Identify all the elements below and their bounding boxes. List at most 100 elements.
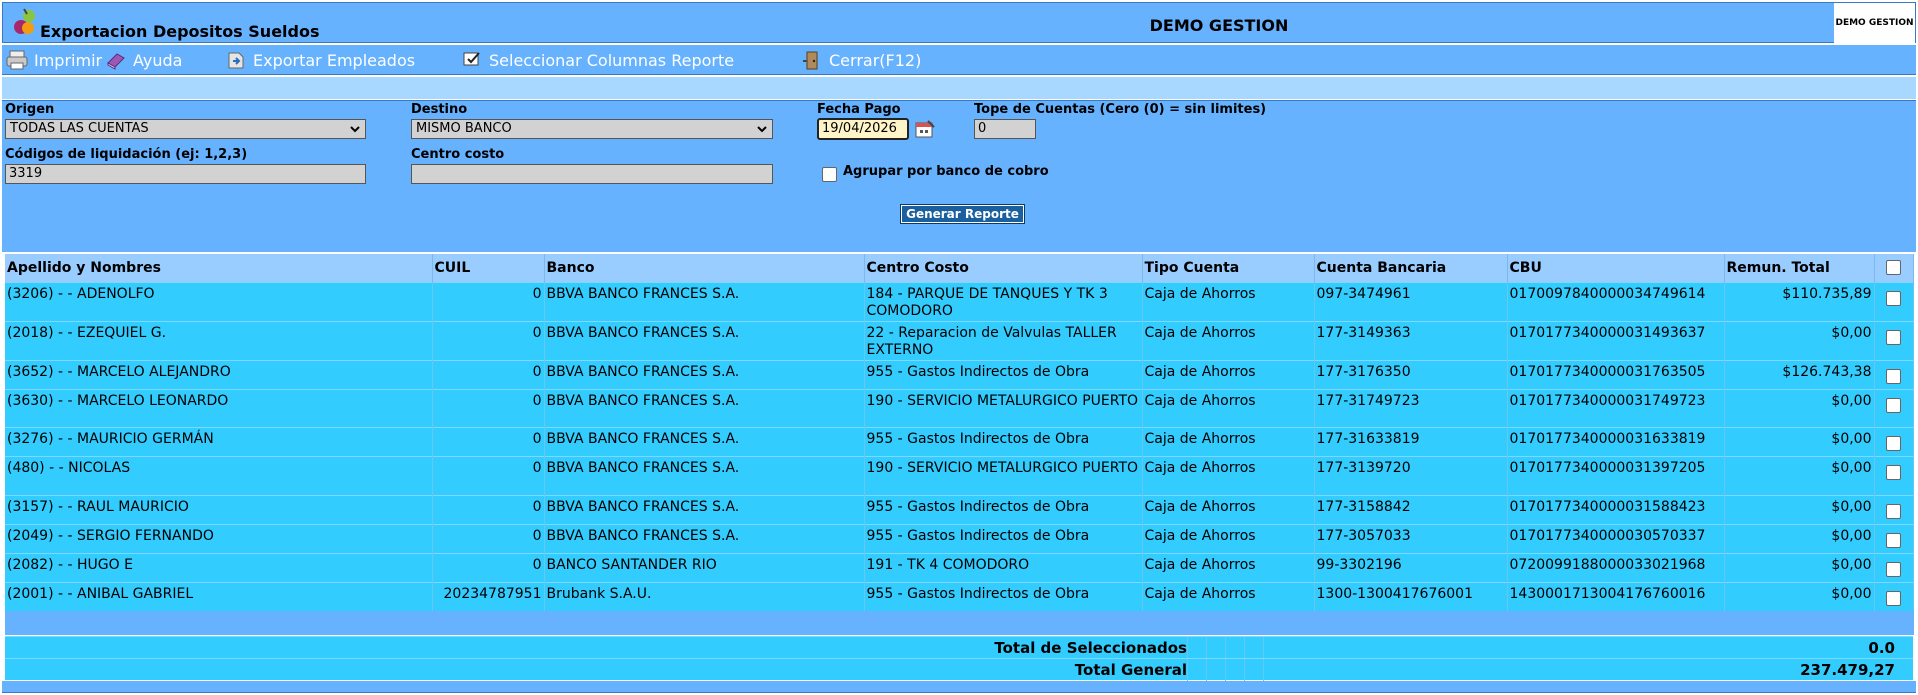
cell-cuil: 0 [432, 494, 545, 524]
cell-total-pay: $0,00 [1724, 494, 1875, 524]
total-selected-row: Total de Seleccionados 0.0 [5, 636, 1913, 659]
select-columns-button[interactable]: Seleccionar Columnas Reporte [461, 49, 734, 71]
destination-select[interactable]: MISMO BANCO [411, 119, 773, 139]
row-select-cell [1874, 426, 1914, 456]
cell-total-pay: $0,00 [1724, 388, 1875, 427]
cell-name: (2018) - - EZEQUIEL G. [5, 320, 433, 360]
row-select-checkbox[interactable] [1886, 368, 1901, 384]
row-select-checkbox[interactable] [1886, 532, 1901, 548]
row-select-checkbox[interactable] [1886, 503, 1901, 519]
cell-cbu: 0170177340000030570337 [1507, 523, 1725, 553]
export-icon [228, 52, 244, 69]
column-header-name[interactable]: Apellido y Nombres [5, 254, 433, 282]
select-columns-label: Seleccionar Columnas Reporte [489, 50, 735, 70]
column-header-account-type[interactable]: Tipo Cuenta [1142, 254, 1315, 282]
payment-date-input[interactable]: 19/04/2026 [817, 118, 909, 140]
cell-cost-center: 22 - Reparacion de Valvulas TALLER EXTER… [864, 320, 1143, 360]
cell-account-type: Caja de Ahorros [1142, 523, 1315, 553]
export-employees-label: Exportar Empleados [253, 50, 416, 70]
table-spacer-row [5, 610, 1913, 635]
select-all-checkbox[interactable] [1886, 260, 1901, 276]
cost-center-input[interactable] [411, 164, 773, 184]
cell-cbu: 0170097840000034749614 [1507, 281, 1725, 321]
cell-cbu: 0170177340000031749723 [1507, 388, 1725, 427]
table-row[interactable]: (3652) - - MARCELO ALEJANDRO 0 BBVA BANC… [5, 359, 1914, 389]
cell-cost-center: 955 - Gastos Indirectos de Obra [864, 359, 1143, 389]
cell-cost-center: 184 - PARQUE DE TANQUES Y TK 3 COMODORO [864, 281, 1143, 321]
help-button[interactable]: Ayuda [105, 49, 182, 71]
column-header-cost-center[interactable]: Centro Costo [864, 254, 1143, 282]
table-row[interactable]: (3630) - - MARCELO LEONARDO 0 BBVA BANCO… [5, 388, 1914, 427]
generate-report-button[interactable]: Generar Reporte [900, 204, 1025, 224]
cell-bank: BBVA BANCO FRANCES S.A. [544, 494, 865, 524]
cell-total-pay: $0,00 [1724, 552, 1875, 582]
cell-name: (3630) - - MARCELO LEONARDO [5, 388, 433, 427]
cell-total-pay: $0,00 [1724, 426, 1875, 456]
calendar-icon[interactable] [914, 118, 936, 140]
liquidation-codes-input[interactable]: 3319 [5, 164, 366, 184]
filters-panel: Origen TODAS LAS CUENTAS Destino MISMO B… [2, 100, 1916, 252]
cell-account-type: Caja de Ahorros [1142, 359, 1315, 389]
cell-name: (3206) - - ADENOLFO [5, 281, 433, 321]
cell-cuil: 20234787951 [432, 581, 545, 611]
totals-section: Total de Seleccionados 0.0 Total General… [5, 636, 1913, 681]
row-select-checkbox[interactable] [1886, 397, 1901, 413]
row-select-checkbox[interactable] [1886, 464, 1901, 480]
cell-cuil: 0 [432, 281, 545, 321]
row-select-checkbox[interactable] [1886, 290, 1901, 306]
table-row[interactable]: (2082) - - HUGO E 0 BANCO SANTANDER RIO … [5, 552, 1914, 582]
cell-cbu: 1430001713004176760016 [1507, 581, 1725, 611]
close-button[interactable]: Cerrar(F12) [801, 49, 921, 71]
table-row[interactable]: (3206) - - ADENOLFO 0 BBVA BANCO FRANCES… [5, 281, 1914, 321]
column-header-total-pay[interactable]: Remun. Total [1724, 254, 1875, 282]
total-general-row: Total General 237.479,27 [5, 658, 1913, 681]
cell-account-type: Caja de Ahorros [1142, 455, 1315, 495]
table-row[interactable]: (2001) - - ANIBAL GABRIEL 20234787951 Br… [5, 581, 1914, 611]
account-limit-label: Tope de Cuentas (Cero (0) = sin limites) [974, 102, 1267, 117]
cell-cuil: 0 [432, 388, 545, 427]
cell-cost-center: 955 - Gastos Indirectos de Obra [864, 581, 1143, 611]
row-select-cell [1874, 320, 1914, 360]
cell-bank-account: 177-3149363 [1314, 320, 1508, 360]
column-header-cbu[interactable]: CBU [1507, 254, 1725, 282]
cell-cost-center: 190 - SERVICIO METALURGICO PUERTO [864, 388, 1143, 427]
account-limit-input[interactable]: 0 [974, 119, 1036, 139]
cell-cbu: 0720099188000033021968 [1507, 552, 1725, 582]
table-row[interactable]: (3276) - - MAURICIO GERMÁN 0 BBVA BANCO … [5, 426, 1914, 456]
origin-select[interactable]: TODAS LAS CUENTAS [5, 119, 366, 139]
cell-account-type: Caja de Ahorros [1142, 552, 1315, 582]
cell-cbu: 0170177340000031588423 [1507, 494, 1725, 524]
row-select-checkbox[interactable] [1886, 435, 1901, 451]
group-by-bank-checkbox[interactable] [822, 167, 837, 182]
table-row[interactable]: (2049) - - SERGIO FERNANDO 0 BBVA BANCO … [5, 523, 1914, 553]
cell-total-pay: $0,00 [1724, 581, 1875, 611]
help-label: Ayuda [133, 50, 183, 70]
table-row[interactable]: (480) - - NICOLAS 0 BBVA BANCO FRANCES S… [5, 455, 1914, 495]
column-header-cuil[interactable]: CUIL [432, 254, 545, 282]
table-row[interactable]: (3157) - - RAUL MAURICIO 0 BBVA BANCO FR… [5, 494, 1914, 524]
row-select-cell [1874, 359, 1914, 389]
row-select-checkbox[interactable] [1886, 590, 1901, 606]
column-header-bank-account[interactable]: Cuenta Bancaria [1314, 254, 1508, 282]
total-selected-label: Total de Seleccionados [994, 639, 1187, 657]
cell-cbu: 0170177340000031633819 [1507, 426, 1725, 456]
export-employees-button[interactable]: Exportar Empleados [225, 49, 415, 71]
cell-total-pay: $0,00 [1724, 523, 1875, 553]
print-label: Imprimir [34, 50, 103, 70]
cell-total-pay: $110.735,89 [1724, 281, 1875, 321]
company-logo: DEMO GESTION [1834, 3, 1915, 43]
cell-name: (480) - - NICOLAS [5, 455, 433, 495]
row-select-checkbox[interactable] [1886, 561, 1901, 577]
cell-account-type: Caja de Ahorros [1142, 320, 1315, 360]
row-select-checkbox[interactable] [1886, 329, 1901, 345]
table-row[interactable]: (2018) - - EZEQUIEL G. 0 BBVA BANCO FRAN… [5, 320, 1914, 360]
cell-cbu: 0170177340000031763505 [1507, 359, 1725, 389]
toolbar-separator-strip [2, 77, 1916, 99]
origin-value: TODAS LAS CUENTAS [10, 121, 149, 136]
print-button[interactable]: Imprimir [6, 49, 102, 71]
cell-bank: BANCO SANTANDER RIO [544, 552, 865, 582]
cell-name: (3652) - - MARCELO ALEJANDRO [5, 359, 433, 389]
row-select-cell [1874, 388, 1914, 427]
cell-total-pay: $0,00 [1724, 320, 1875, 360]
column-header-bank[interactable]: Banco [544, 254, 865, 282]
